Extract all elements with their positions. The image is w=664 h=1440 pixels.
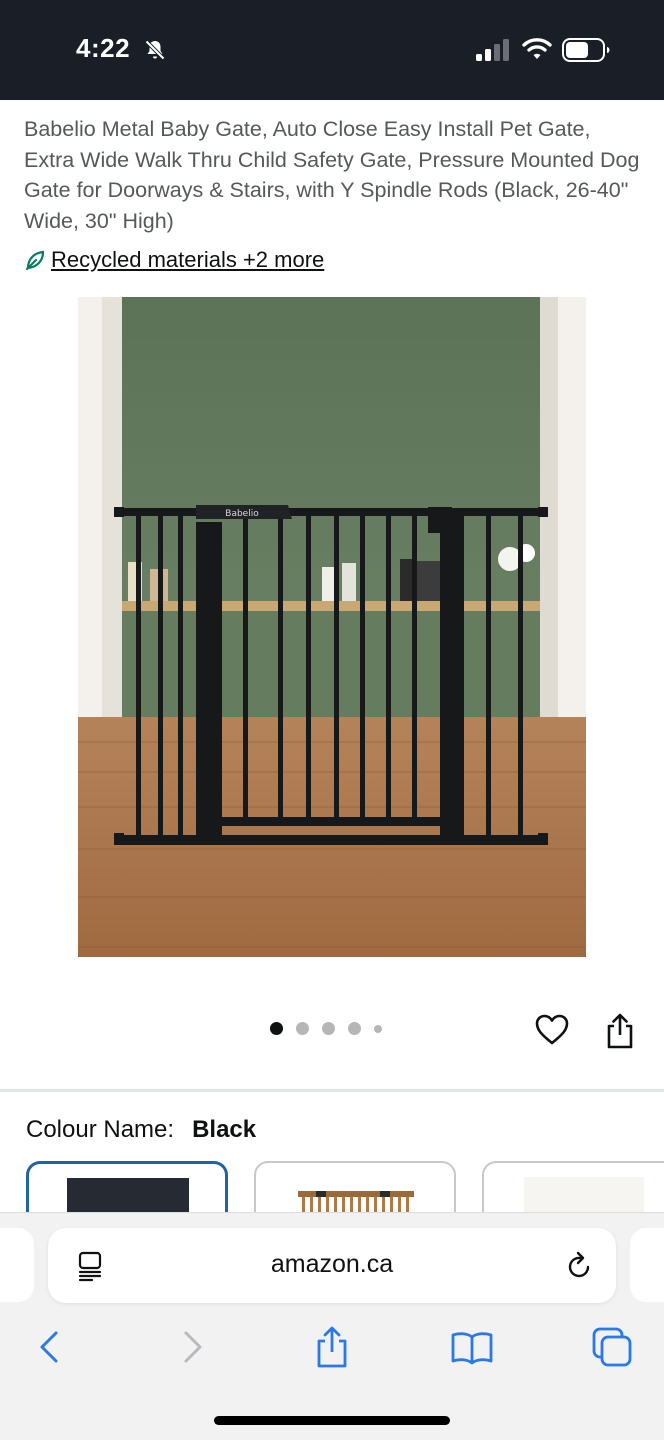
- chevron-left-icon[interactable]: [28, 1325, 72, 1369]
- status-bar: 4:22: [0, 0, 664, 100]
- gate-logo: Babelio: [225, 509, 259, 519]
- url-text[interactable]: amazon.ca: [48, 1250, 616, 1279]
- carousel-dot[interactable]: [296, 1022, 309, 1035]
- colour-label: Colour Name:: [26, 1116, 175, 1143]
- chevron-right-icon[interactable]: [170, 1325, 214, 1369]
- section-divider: [0, 1089, 664, 1092]
- heart-icon[interactable]: [534, 1012, 570, 1048]
- wifi-icon: [522, 38, 552, 59]
- product-image[interactable]: Babelio: [78, 297, 586, 957]
- tabs-icon[interactable]: [590, 1325, 634, 1369]
- home-indicator: [214, 1416, 450, 1425]
- browser-toolbar: amazon.ca: [0, 1212, 664, 1440]
- baby-gate-photo: Babelio: [78, 297, 586, 957]
- leaf-icon: [25, 250, 45, 271]
- carousel-dot[interactable]: [348, 1022, 361, 1035]
- colour-selector: Colour Name: Black: [26, 1116, 256, 1144]
- previous-tab-preview[interactable]: [0, 1228, 34, 1302]
- next-tab-preview[interactable]: [630, 1228, 664, 1302]
- sustainability-badge[interactable]: Recycled materials +2 more: [24, 244, 324, 276]
- address-bar[interactable]: amazon.ca: [48, 1228, 616, 1303]
- signal-icon: [476, 39, 509, 61]
- recycled-materials-link[interactable]: Recycled materials +2 more: [51, 247, 324, 273]
- image-carousel-dots[interactable]: [270, 1022, 382, 1035]
- carousel-dot[interactable]: [270, 1022, 283, 1035]
- product-title: Babelio Metal Baby Gate, Auto Close Easy…: [24, 117, 640, 233]
- battery-icon: [562, 38, 610, 62]
- reload-icon[interactable]: [566, 1251, 594, 1281]
- share-icon[interactable]: [604, 1012, 636, 1050]
- colour-value: Black: [192, 1116, 257, 1143]
- bell-slash-icon: [144, 39, 166, 61]
- share-icon[interactable]: [310, 1325, 354, 1369]
- carousel-dot[interactable]: [322, 1022, 335, 1035]
- carousel-dot[interactable]: [374, 1024, 382, 1033]
- status-time: 4:22: [76, 33, 131, 63]
- book-icon[interactable]: [450, 1325, 494, 1369]
